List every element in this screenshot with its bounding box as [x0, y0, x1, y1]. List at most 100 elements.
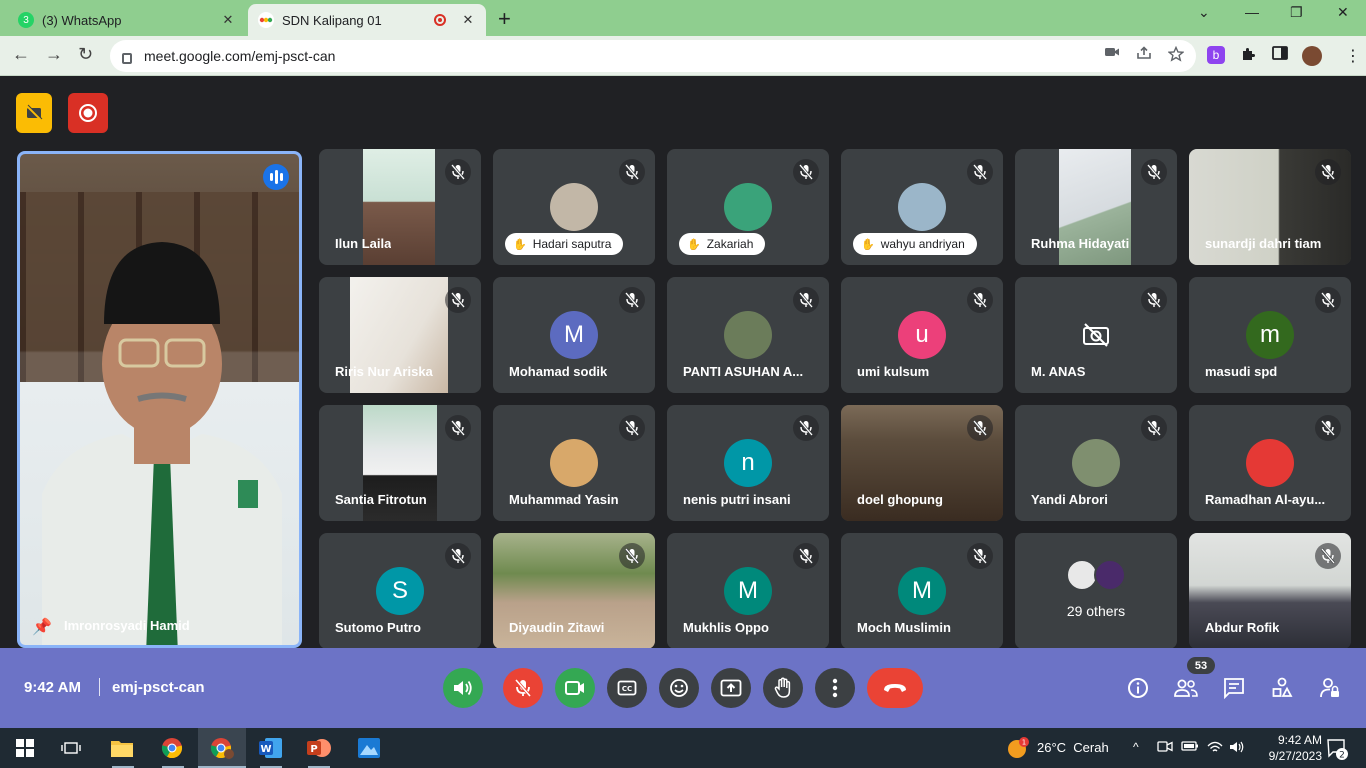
emoji-reaction-button[interactable] — [659, 668, 699, 708]
camera-off-icon — [1072, 311, 1120, 359]
bookmark-star-icon[interactable] — [1168, 46, 1184, 62]
participant-tile[interactable]: Diyaudin Zitawi — [493, 533, 655, 649]
camera-in-use-icon[interactable] — [1104, 46, 1120, 58]
chat-icon[interactable] — [1221, 675, 1247, 701]
participant-tile[interactable]: Ilun Laila — [319, 149, 481, 265]
side-panel-icon[interactable] — [1272, 46, 1288, 60]
recording-icon[interactable] — [68, 93, 108, 133]
host-controls-icon[interactable] — [1317, 675, 1343, 701]
participant-tile[interactable]: u umi kulsum — [841, 277, 1003, 393]
show-hidden-icons-icon[interactable]: ^ — [1133, 740, 1139, 754]
file-explorer-icon[interactable] — [109, 736, 135, 760]
participant-name: nenis putri insani — [683, 492, 791, 507]
participant-tile[interactable]: Abdur Rofik — [1189, 533, 1351, 649]
participant-tile[interactable]: PANTI ASUHAN A... — [667, 277, 829, 393]
new-tab-button[interactable]: + — [498, 6, 511, 32]
mic-off-icon — [445, 415, 471, 441]
more-options-button[interactable] — [815, 668, 855, 708]
participant-name: Zakariah — [706, 237, 754, 251]
participant-tile[interactable]: Riris Nur Ariska — [319, 277, 481, 393]
present-icon — [720, 679, 742, 697]
participant-tile[interactable]: m masudi spd — [1189, 277, 1351, 393]
participant-tile[interactable]: 29 others — [1015, 533, 1177, 649]
system-clock[interactable]: 9:42 AM 9/27/2023 — [1250, 732, 1322, 764]
browser-menu-icon[interactable]: ⋮ — [1345, 46, 1361, 66]
pin-icon[interactable]: 📌 — [32, 617, 52, 637]
volume-icon[interactable] — [1229, 740, 1245, 754]
share-icon[interactable] — [1136, 46, 1152, 60]
meeting-code: emj-psct-can — [112, 679, 205, 696]
photos-icon[interactable] — [356, 736, 382, 760]
participant-tile[interactable]: sunardji dahri tiam — [1189, 149, 1351, 265]
back-icon[interactable]: ← — [12, 44, 30, 65]
participant-tile[interactable]: Santia Fitrotun — [319, 405, 481, 521]
participant-count-badge: 53 — [1187, 657, 1215, 674]
avatar — [724, 311, 772, 359]
reload-icon[interactable]: ↻ — [78, 44, 93, 65]
profile-avatar[interactable] — [1302, 46, 1322, 66]
participant-tile[interactable]: doel ghopung — [841, 405, 1003, 521]
pinned-speaker-tile[interactable]: 📌 Imronrosyadi Hamid — [17, 151, 302, 648]
participant-tile[interactable]: M Mohamad sodik — [493, 277, 655, 393]
camera-toggle-button[interactable] — [555, 668, 595, 708]
participant-tile[interactable]: n nenis putri insani — [667, 405, 829, 521]
extensions-puzzle-icon[interactable] — [1240, 46, 1256, 62]
camera-tray-icon[interactable] — [1157, 740, 1173, 754]
participant-tile[interactable]: Ruhma Hidayati — [1015, 149, 1177, 265]
chrome-profile-icon[interactable] — [209, 736, 235, 760]
participant-tile[interactable]: S Sutomo Putro — [319, 533, 481, 649]
restore-icon[interactable]: ❐ — [1290, 4, 1303, 21]
extension-b-icon[interactable]: b — [1207, 46, 1225, 64]
forward-icon[interactable]: → — [45, 44, 63, 65]
mic-off-icon — [445, 287, 471, 313]
mic-off-icon — [1141, 159, 1167, 185]
close-window-icon[interactable]: ✕ — [1337, 4, 1349, 21]
powerpoint-icon[interactable]: P — [306, 736, 332, 760]
avatar: M — [550, 311, 598, 359]
leave-call-button[interactable] — [867, 668, 923, 708]
battery-icon[interactable] — [1181, 740, 1199, 752]
weather-widget[interactable]: 26°C Cerah — [1037, 740, 1109, 755]
present-screen-button[interactable] — [711, 668, 751, 708]
hang-up-icon — [884, 684, 906, 692]
meeting-details-icon[interactable] — [1125, 675, 1151, 701]
notifications-icon[interactable]: 2 — [1326, 738, 1348, 760]
tab-whatsapp[interactable]: 3 (3) WhatsApp ✕ — [8, 4, 246, 36]
activities-icon[interactable] — [1269, 675, 1295, 701]
microphone-toggle-button[interactable] — [503, 668, 543, 708]
participant-tile[interactable]: Muhammad Yasin — [493, 405, 655, 521]
lock-icon[interactable] — [122, 52, 132, 64]
participant-tile[interactable]: ✋ wahyu andriyan — [841, 149, 1003, 265]
wifi-icon[interactable] — [1207, 740, 1223, 754]
avatar: S — [376, 567, 424, 615]
participant-tile[interactable]: M. ANAS — [1015, 277, 1177, 393]
others-count: 29 others — [1066, 603, 1126, 619]
tab-meet[interactable]: SDN Kalipang 01 ✕ — [248, 4, 486, 36]
tab-search-icon[interactable]: ⌄ — [1198, 4, 1210, 21]
captions-off-icon[interactable] — [16, 93, 52, 133]
close-tab-icon[interactable]: ✕ — [220, 12, 236, 28]
meet-stage: 📌 Imronrosyadi Hamid Ilun Laila ✋ Hadari s… — [0, 77, 1366, 649]
word-icon[interactable]: W — [258, 736, 284, 760]
raise-hand-button[interactable] — [763, 668, 803, 708]
audio-output-button[interactable] — [443, 668, 483, 708]
windows-start-icon[interactable] — [12, 736, 38, 760]
address-bar[interactable]: meet.google.com/emj-psct-can — [110, 40, 1196, 72]
close-tab-icon[interactable]: ✕ — [460, 12, 476, 28]
people-icon[interactable] — [1173, 675, 1199, 701]
avatar — [724, 183, 772, 231]
avatar: n — [724, 439, 772, 487]
mic-off-icon — [619, 287, 645, 313]
weather-icon[interactable]: 1 — [1006, 736, 1030, 760]
captions-button[interactable]: CC — [607, 668, 647, 708]
participant-tile[interactable]: Yandi Abrori — [1015, 405, 1177, 521]
participant-tile[interactable]: ✋ Zakariah — [667, 149, 829, 265]
minimize-icon[interactable]: — — [1245, 4, 1259, 20]
task-view-icon[interactable] — [58, 736, 84, 760]
chrome-icon[interactable] — [159, 736, 185, 760]
participant-tile[interactable]: M Mukhlis Oppo — [667, 533, 829, 649]
participant-tile[interactable]: M Moch Muslimin — [841, 533, 1003, 649]
participant-tile[interactable]: ✋ Hadari saputra — [493, 149, 655, 265]
participant-name: Moch Muslimin — [857, 620, 951, 635]
participant-tile[interactable]: Ramadhan Al-ayu... — [1189, 405, 1351, 521]
